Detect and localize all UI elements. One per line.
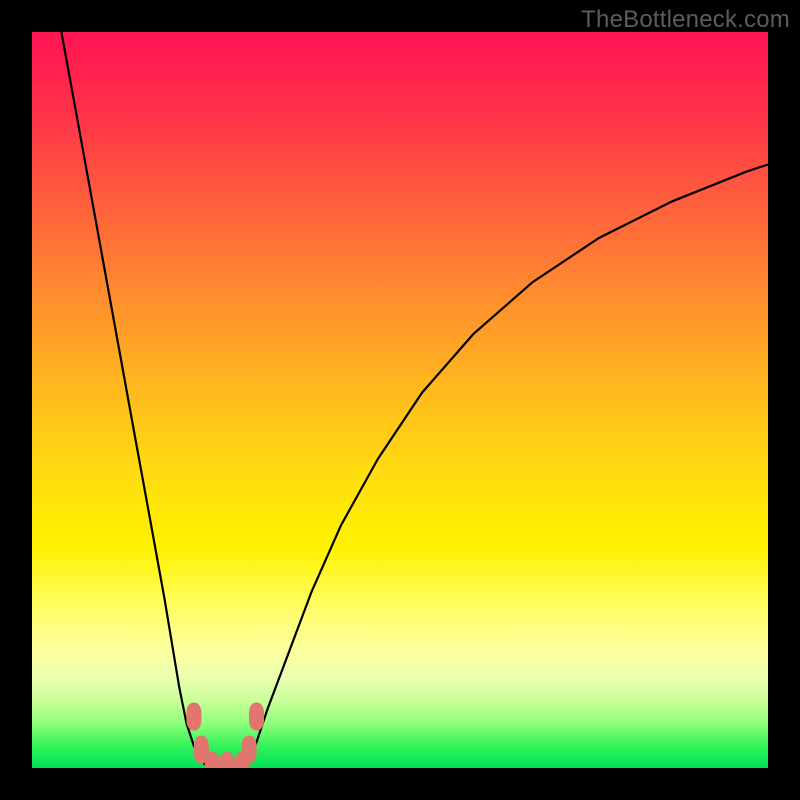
marker-left-upper: [186, 703, 201, 731]
curve-right-branch: [245, 165, 768, 769]
watermark-text: TheBottleneck.com: [581, 6, 790, 34]
plot-area: [32, 32, 768, 768]
chart-frame: TheBottleneck.com: [0, 0, 800, 800]
marker-right-lower: [242, 736, 257, 764]
curve-left-branch: [61, 32, 208, 768]
markers-group: [186, 703, 264, 769]
curve-svg: [32, 32, 768, 768]
marker-floor-mid: [220, 752, 235, 768]
marker-right-upper: [249, 703, 264, 731]
